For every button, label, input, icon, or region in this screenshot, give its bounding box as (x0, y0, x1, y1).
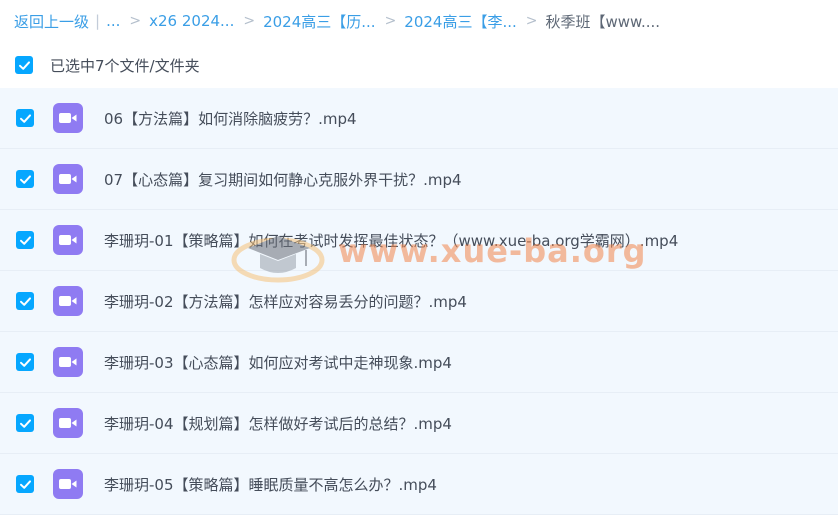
row-checkbox[interactable] (16, 292, 34, 310)
checkmark-icon (19, 357, 31, 367)
file-name[interactable]: 李珊玥-02【方法篇】怎样应对容易丢分的问题？.mp4 (104, 291, 467, 312)
file-name[interactable]: 07【心态篇】复习期间如何静心克服外界干扰？.mp4 (104, 169, 462, 190)
breadcrumb-item-history[interactable]: 2024高三【历... (263, 11, 375, 32)
row-checkbox[interactable] (16, 231, 34, 249)
file-name[interactable]: 李珊玥-05【策略篇】睡眠质量不高怎么办？.mp4 (104, 474, 437, 495)
row-checkbox[interactable] (16, 353, 34, 371)
video-file-icon (53, 408, 83, 438)
breadcrumb-divider: | (95, 12, 101, 30)
video-file-icon (53, 164, 83, 194)
checkmark-icon (19, 418, 31, 428)
file-row[interactable]: 李珊玥-05【策略篇】睡眠质量不高怎么办？.mp4 (0, 454, 838, 515)
video-file-icon (53, 286, 83, 316)
back-link[interactable]: 返回上一级 (14, 11, 89, 32)
selection-count: 已选中7个文件/文件夹 (50, 56, 200, 75)
file-name[interactable]: 李珊玥-01【策略篇】如何在考试时发挥最佳状态？（www.xue-ba.org学… (104, 230, 678, 251)
video-file-icon (53, 469, 83, 499)
breadcrumb-ellipsis[interactable]: ... (106, 12, 120, 30)
checkmark-icon (19, 235, 31, 245)
video-file-icon (53, 103, 83, 133)
selection-bar: 已选中7个文件/文件夹 (0, 44, 838, 86)
file-row[interactable]: 李珊玥-02【方法篇】怎样应对容易丢分的问题？.mp4 (0, 271, 838, 332)
file-row[interactable]: 07【心态篇】复习期间如何静心克服外界干扰？.mp4 (0, 149, 838, 210)
chevron-right-icon: > (384, 13, 397, 29)
file-row[interactable]: 李珊玥-04【规划篇】怎样做好考试后的总结？.mp4 (0, 393, 838, 454)
checkmark-icon (19, 174, 31, 184)
file-name[interactable]: 李珊玥-04【规划篇】怎样做好考试后的总结？.mp4 (104, 413, 452, 434)
checkmark-icon (19, 296, 31, 306)
row-checkbox[interactable] (16, 414, 34, 432)
file-name[interactable]: 06【方法篇】如何消除脑疲劳？.mp4 (104, 108, 357, 129)
checkmark-icon (19, 479, 31, 489)
chevron-right-icon: > (129, 13, 142, 29)
breadcrumb: 返回上一级 | ... > x26 2024... > 2024高三【历... … (0, 0, 838, 42)
row-checkbox[interactable] (16, 170, 34, 188)
file-name[interactable]: 李珊玥-03【心态篇】如何应对考试中走神现象.mp4 (104, 352, 452, 373)
select-all-checkbox[interactable] (15, 56, 33, 74)
breadcrumb-current: 秋季班【www.... (545, 12, 661, 31)
file-list: 06【方法篇】如何消除脑疲劳？.mp4 07【心态篇】复习期间如何静心克服外界干… (0, 88, 838, 515)
file-row[interactable]: 李珊玥-01【策略篇】如何在考试时发挥最佳状态？（www.xue-ba.org学… (0, 210, 838, 271)
breadcrumb-item-li[interactable]: 2024高三【李... (404, 11, 516, 32)
row-checkbox[interactable] (16, 109, 34, 127)
video-file-icon (53, 347, 83, 377)
checkmark-icon (19, 113, 31, 123)
file-row[interactable]: 李珊玥-03【心态篇】如何应对考试中走神现象.mp4 (0, 332, 838, 393)
chevron-right-icon: > (525, 13, 538, 29)
row-checkbox[interactable] (16, 475, 34, 493)
breadcrumb-item-x26[interactable]: x26 2024... (149, 12, 234, 30)
file-row[interactable]: 06【方法篇】如何消除脑疲劳？.mp4 (0, 88, 838, 149)
video-file-icon (53, 225, 83, 255)
chevron-right-icon: > (243, 13, 256, 29)
checkmark-icon (18, 60, 30, 70)
